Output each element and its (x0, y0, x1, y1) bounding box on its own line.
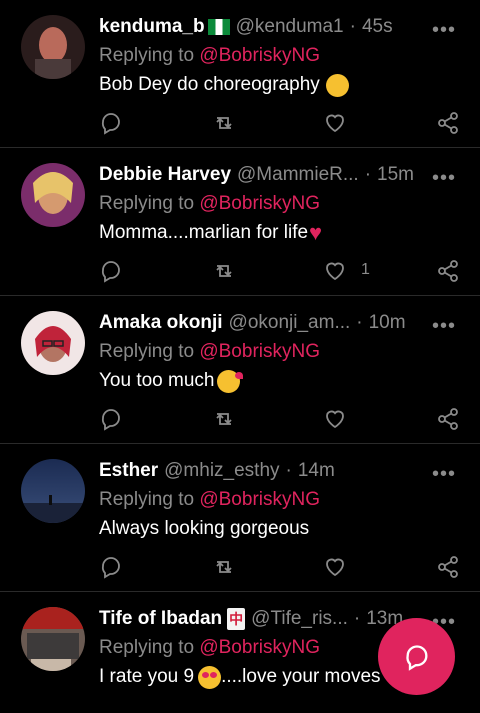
author-handle[interactable]: @MammieR... (237, 164, 359, 186)
tweet-actions (99, 111, 460, 135)
author-handle[interactable]: @mhiz_esthy (164, 460, 279, 482)
share-icon[interactable] (436, 555, 460, 579)
separator-dot: · (285, 460, 292, 481)
replying-to: Replying to @BobriskyNG (99, 338, 462, 366)
heart-icon[interactable] (323, 407, 347, 431)
tweet[interactable]: kenduma_b @kenduma1 · 45s ••• Replying t… (0, 0, 480, 148)
mention-link[interactable]: @BobriskyNG (199, 341, 320, 362)
tears-of-joy-emoji (325, 73, 349, 97)
mention-link[interactable]: @BobriskyNG (199, 45, 320, 66)
kiss-emoji (216, 369, 243, 393)
like-count: 1 (361, 261, 370, 278)
nigeria-flag-icon (207, 19, 230, 35)
more-dots-icon[interactable]: ••• (432, 19, 456, 42)
mention-link[interactable]: @BobriskyNG (199, 193, 320, 214)
replying-to: Replying to @BobriskyNG (99, 42, 462, 70)
reply-icon[interactable] (99, 555, 123, 579)
tweet-text: You too much (99, 366, 462, 396)
tweet-actions: 1 (99, 259, 460, 283)
replying-to: Replying to @BobriskyNG (99, 486, 462, 514)
tweet-text-content: You too much (99, 370, 215, 391)
reply-icon[interactable] (99, 111, 123, 135)
red-heart-emoji: ♥ (309, 220, 323, 245)
compose-reply-button[interactable] (378, 618, 455, 695)
tweet-text-part-1: I rate you 9 (99, 666, 195, 687)
separator-dot: · (356, 312, 363, 333)
avatar[interactable] (21, 459, 85, 523)
retweet-icon[interactable] (212, 111, 236, 135)
tweet-text-content: Bob Dey do choreography (99, 74, 320, 95)
tweet-actions (99, 407, 460, 431)
tweet-text: Bob Dey do choreography (99, 70, 462, 100)
timestamp[interactable]: 14m (298, 460, 335, 482)
avatar[interactable] (21, 607, 85, 671)
mahjong-red-dragon-icon: 中 (227, 608, 246, 630)
timestamp[interactable]: 15m (377, 164, 414, 186)
tweet-actions (99, 555, 460, 579)
replying-to-label: Replying to (99, 45, 200, 66)
heart-icon[interactable] (323, 111, 347, 135)
tweet[interactable]: Esther @mhiz_esthy · 14m ••• Replying to… (0, 444, 480, 592)
replying-to-label: Replying to (99, 637, 200, 658)
mention-link[interactable]: @BobriskyNG (199, 489, 320, 510)
heart-eyes-emoji (198, 665, 222, 689)
reply-icon[interactable] (99, 259, 123, 283)
more-dots-icon[interactable]: ••• (432, 315, 456, 338)
separator-dot: · (364, 164, 372, 185)
separator-dot: · (349, 16, 356, 37)
more-dots-icon[interactable]: ••• (432, 463, 456, 486)
tweet-text-content: Always looking gorgeous (99, 518, 310, 539)
author-name[interactable]: Esther (99, 460, 158, 482)
tweet-text: Always looking gorgeous (99, 514, 462, 544)
share-icon[interactable] (436, 259, 460, 283)
separator-dot: · (353, 608, 361, 629)
avatar[interactable] (21, 311, 85, 375)
compose-reply-icon (405, 644, 427, 671)
author-name[interactable]: kenduma_b (99, 16, 205, 38)
replying-to-label: Replying to (99, 489, 200, 510)
author-handle[interactable]: @kenduma1 (236, 16, 344, 38)
mention-link[interactable]: @BobriskyNG (199, 637, 320, 658)
author-handle[interactable]: @Tife_ris... (251, 608, 348, 630)
tweet-text-content: Momma....marlian for life (99, 222, 309, 243)
tweet-text-part-2: ....love your moves (221, 666, 381, 687)
reply-icon[interactable] (99, 407, 123, 431)
heart-icon[interactable] (323, 259, 347, 283)
avatar[interactable] (21, 15, 85, 79)
share-icon[interactable] (436, 111, 460, 135)
author-name[interactable]: Amaka okonji (99, 312, 223, 334)
tweet[interactable]: Debbie Harvey @MammieR... · 15m ••• Repl… (0, 148, 480, 296)
retweet-icon[interactable] (212, 259, 236, 283)
replying-to: Replying to @BobriskyNG (99, 190, 462, 218)
timestamp[interactable]: 45s (362, 16, 393, 38)
replying-to-label: Replying to (99, 341, 200, 362)
retweet-icon[interactable] (212, 555, 236, 579)
timestamp[interactable]: 10m (369, 312, 406, 334)
tweet[interactable]: Amaka okonji @okonji_am... · 10m ••• Rep… (0, 296, 480, 444)
avatar[interactable] (21, 163, 85, 227)
replying-to-label: Replying to (99, 193, 200, 214)
author-name[interactable]: Tife of Ibadan (99, 608, 222, 630)
author-handle[interactable]: @okonji_am... (229, 312, 351, 334)
share-icon[interactable] (436, 407, 460, 431)
tweet-text: Momma....marlian for life ♥ (99, 218, 462, 248)
more-dots-icon[interactable]: ••• (432, 167, 456, 190)
retweet-icon[interactable] (212, 407, 236, 431)
heart-icon[interactable] (323, 555, 347, 579)
author-name[interactable]: Debbie Harvey (99, 164, 231, 186)
